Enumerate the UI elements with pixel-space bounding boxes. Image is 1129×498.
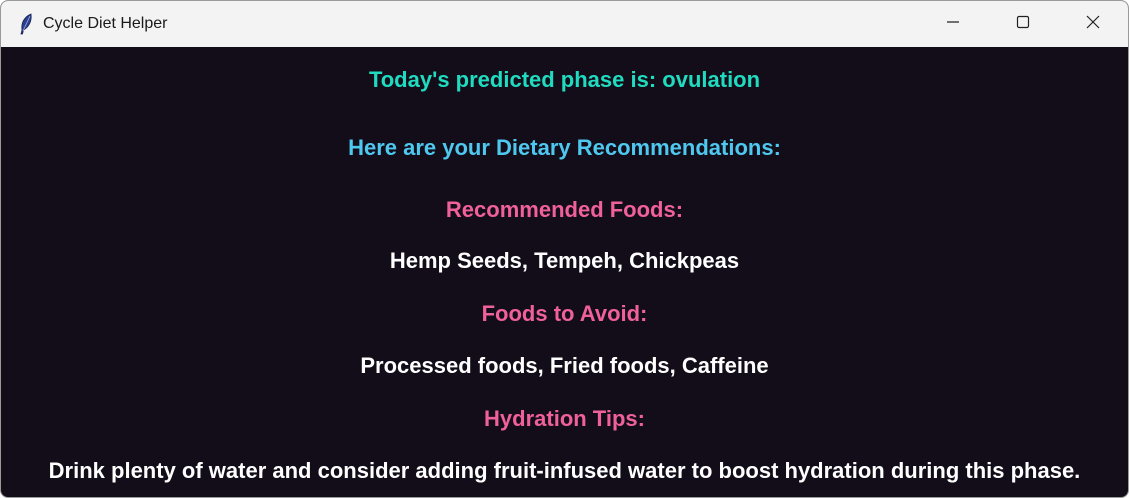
window-controls — [918, 1, 1128, 47]
recommended-foods-list: Hemp Seeds, Tempeh, Chickpeas — [389, 248, 740, 273]
app-window: Cycle Diet Helper Today's predicted phas… — [0, 0, 1129, 498]
foods-to-avoid-heading: Foods to Avoid: — [481, 301, 648, 326]
minimize-button[interactable] — [918, 1, 988, 47]
feather-icon — [18, 13, 34, 35]
close-icon — [1086, 15, 1100, 34]
minimize-icon — [946, 15, 960, 34]
recommended-foods-heading: Recommended Foods: — [445, 197, 684, 222]
phase-label: Today's predicted phase is: ovulation — [368, 67, 761, 92]
recommendations-intro: Here are your Dietary Recommendations: — [348, 135, 781, 160]
hydration-tip-text: Drink plenty of water and consider addin… — [48, 458, 1081, 483]
foods-to-avoid-list: Processed foods, Fried foods, Caffeine — [360, 353, 769, 378]
close-button[interactable] — [1058, 1, 1128, 47]
hydration-tips-heading: Hydration Tips: — [484, 406, 645, 431]
maximize-icon — [1016, 15, 1030, 34]
recommendations-panel: Today's predicted phase is: ovulation He… — [1, 47, 1128, 497]
clipped-text-strip — [181, 493, 661, 497]
window-title: Cycle Diet Helper — [43, 15, 168, 32]
title-bar[interactable]: Cycle Diet Helper — [1, 1, 1128, 47]
maximize-button[interactable] — [988, 1, 1058, 47]
